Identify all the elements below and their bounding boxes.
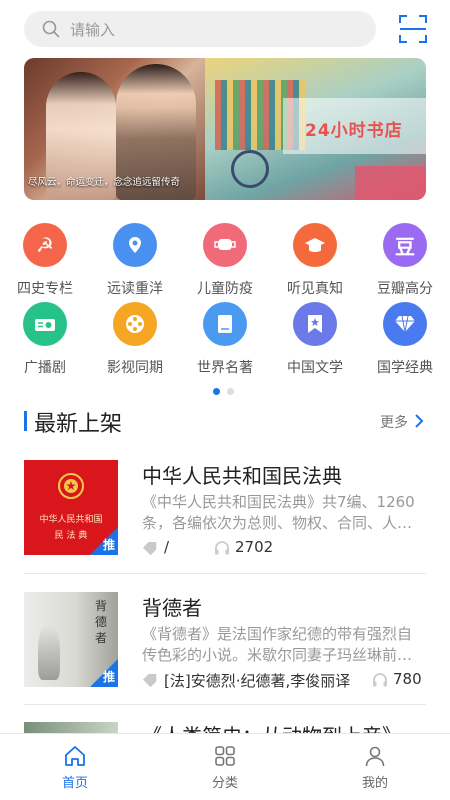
home-icon	[65, 746, 85, 766]
cover-sculpture	[38, 622, 60, 680]
nav-label: 首页	[61, 776, 88, 791]
category-label: 影视同期	[107, 360, 163, 376]
grid-page-indicator	[213, 388, 234, 395]
banner-slide-drama[interactable]: 尽风云，命运变迁，念念追远留传奇	[24, 58, 205, 200]
book-icon	[203, 302, 247, 346]
cover-char: 德	[94, 615, 107, 629]
recommend-badge: 推	[90, 659, 118, 687]
list-divider	[24, 704, 426, 705]
category-label: 广播剧	[24, 360, 66, 376]
list-divider	[24, 573, 426, 574]
diamond-icon	[383, 302, 427, 346]
category-item-douban[interactable]: 豆 豆瓣高分	[360, 223, 450, 298]
chevron-right-icon[interactable]	[414, 414, 424, 428]
book-description: 《中华人民共和国民法典》共7编、1260条，各编依次为总则、物权、合同、人…	[142, 493, 415, 532]
book-cover[interactable]: 背 德 者 推	[24, 592, 118, 687]
film-reel-icon	[113, 302, 157, 346]
category-item-wenxue[interactable]: 中国文学	[270, 302, 360, 377]
scan-icon[interactable]	[398, 14, 428, 44]
page-dot	[227, 388, 234, 395]
banner-sign-text: 24小时书店	[305, 121, 403, 141]
play-count: 780	[393, 670, 422, 688]
section-header: 最新上架 更多	[24, 406, 426, 438]
book-author: [法]安德烈·纪德著,李俊丽译	[164, 672, 351, 690]
category-label: 豆瓣高分	[377, 281, 433, 297]
cover-char: 者	[94, 631, 107, 645]
section-title: 最新上架	[34, 412, 123, 437]
book-item[interactable]: 背 德 者 推 背德者 《背德者》是法国作家纪德的带有强烈自传色彩的小说。米歇尔…	[24, 592, 426, 692]
book-description: 《背德者》是法国作家纪德的带有强烈自传色彩的小说。米歇尔同妻子玛丝琳前…	[142, 625, 413, 664]
bottom-nav: 首页 分类 我的	[0, 733, 450, 800]
book-cover[interactable]	[24, 722, 118, 733]
grid-icon	[215, 746, 235, 766]
search-input[interactable]: 请输入	[24, 11, 376, 47]
nav-home[interactable]: 首页	[0, 734, 150, 800]
banner-slide-bookstore[interactable]: 24小时书店	[205, 58, 426, 200]
category-label: 国学经典	[377, 360, 433, 376]
category-item-guangboju[interactable]: 广播剧	[0, 302, 90, 377]
party-emblem-icon: ☭	[23, 223, 67, 267]
book-item[interactable]: 中华人民共和国 民 法 典 推 中华人民共和国民法典 《中华人民共和国民法典》共…	[24, 460, 426, 560]
map-pin-icon	[113, 223, 157, 267]
nav-label: 分类	[211, 776, 238, 791]
book-title[interactable]: 中华人民共和国民法典	[142, 460, 342, 489]
banner-carousel[interactable]: 尽风云，命运变迁，念念追远留传奇 24小时书店	[24, 58, 426, 200]
category-item-sishi[interactable]: ☭ 四史专栏	[0, 223, 90, 298]
category-label: 听见真知	[287, 281, 343, 297]
douban-icon: 豆	[383, 223, 427, 267]
category-label: 世界名著	[197, 360, 253, 376]
book-meta: [法]安德烈·纪德著,李俊丽译 780	[142, 670, 426, 690]
headphones-icon	[215, 541, 229, 555]
cover-char: 背	[94, 599, 107, 613]
book-item[interactable]: 《人类简史：从动物到上帝》	[24, 722, 426, 733]
category-label: 中国文学	[287, 360, 343, 376]
category-label: 儿童防疫	[197, 281, 253, 297]
book-meta: / 2702	[142, 538, 426, 558]
category-item-fangyi[interactable]: 儿童防疫	[180, 223, 270, 298]
user-icon	[365, 746, 385, 767]
play-count: 2702	[235, 538, 274, 556]
book-title[interactable]: 背德者	[142, 592, 202, 621]
search-icon	[42, 20, 60, 38]
headphones-icon	[373, 673, 387, 687]
section-accent-bar	[24, 411, 27, 431]
radio-icon	[23, 302, 67, 346]
cover-title-line1: 中华人民共和国	[39, 515, 103, 525]
page-dot-active	[213, 388, 220, 395]
category-label: 四史专栏	[17, 281, 73, 297]
recommend-badge: 推	[90, 527, 118, 555]
search-row: 请输入	[0, 0, 450, 58]
author-tag-icon	[142, 541, 157, 555]
cover-title-vertical: 背 德 者	[94, 598, 108, 646]
search-placeholder: 请输入	[70, 21, 116, 39]
bookmark-star-icon	[293, 302, 337, 346]
badge-label: 推	[102, 670, 115, 684]
category-item-guoxue[interactable]: 国学经典	[360, 302, 450, 377]
banner-caption: 尽风云，命运变迁，念念追远留传奇	[28, 177, 181, 188]
badge-label: 推	[102, 538, 115, 552]
banner-awning	[355, 166, 426, 200]
national-emblem-icon	[58, 473, 84, 499]
category-label: 远读重洋	[107, 281, 163, 297]
book-title[interactable]: 《人类简史：从动物到上帝》	[142, 722, 402, 733]
book-cover[interactable]: 中华人民共和国 民 法 典 推	[24, 460, 118, 555]
category-item-mingzhu[interactable]: 世界名著	[180, 302, 270, 377]
category-item-yuandu[interactable]: 远读重洋	[90, 223, 180, 298]
more-link[interactable]: 更多	[380, 412, 408, 432]
author-tag-icon	[142, 673, 157, 687]
category-item-yingshi[interactable]: 影视同期	[90, 302, 180, 377]
nav-category[interactable]: 分类	[150, 734, 300, 800]
nav-label: 我的	[361, 776, 388, 791]
banner-bicycle	[231, 150, 269, 188]
mask-icon	[203, 223, 247, 267]
nav-mine[interactable]: 我的	[300, 734, 450, 800]
category-item-tingjian[interactable]: 听见真知	[270, 223, 360, 298]
book-author: /	[164, 538, 170, 556]
graduation-cap-icon	[293, 223, 337, 267]
